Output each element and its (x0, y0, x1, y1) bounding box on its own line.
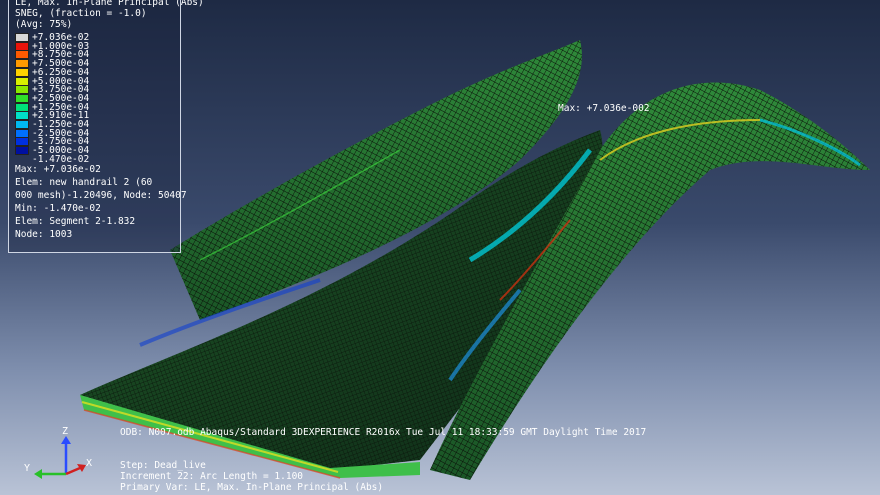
step-info: Step: Dead_live (120, 460, 206, 471)
contour-swatch-empty (15, 154, 29, 163)
triad-x-label: X (86, 458, 93, 469)
triad-y-label: Y (24, 463, 31, 474)
increment-info: Increment 22: Arc Length = 1.100 (120, 471, 304, 482)
legend-min-node: Node: 1003 (15, 229, 73, 240)
contour-value: -1.470e-02 (32, 153, 90, 165)
primary-var-info: Primary Var: LE, Max. In-Plane Principal… (120, 482, 384, 493)
contour-scale: +7.036e-02 +1.000e-03 +8.750e-04 +7.500e-04… (15, 32, 174, 165)
legend-avg: (Avg: 75%) (15, 19, 73, 30)
contour-legend: LE, Max. In-Plane Principal (Abs) SNEG, … (8, 0, 204, 253)
contour-level: -1.470e-02 (15, 154, 89, 165)
legend-sneg: SNEG, (fraction = -1.0) (15, 8, 147, 19)
legend-min-elem: Elem: Segment 2-1.832 (15, 216, 136, 227)
legend-max-elem: Elem: new handrail 2 (60 (15, 177, 153, 188)
axis-triad: Z Y X (22, 426, 102, 488)
viewport-footer: ODB: N007.odb Abaqus/Standard 3DEXPERIEN… (120, 427, 646, 493)
odb-info: ODB: N007.odb Abaqus/Standard 3DEXPERIEN… (120, 427, 647, 438)
legend-max-node: 000 mesh)-1.20496, Node: 50407 (15, 190, 187, 201)
triad-z-label: Z (62, 426, 69, 437)
legend-min-line: Min: -1.470e-02 (15, 203, 101, 214)
max-marker-label: Max: +7.036e-002 (558, 103, 650, 114)
legend-title: LE, Max. In-Plane Principal (Abs) (15, 0, 204, 8)
legend-max-line: Max: +7.036e-02 (15, 164, 101, 175)
